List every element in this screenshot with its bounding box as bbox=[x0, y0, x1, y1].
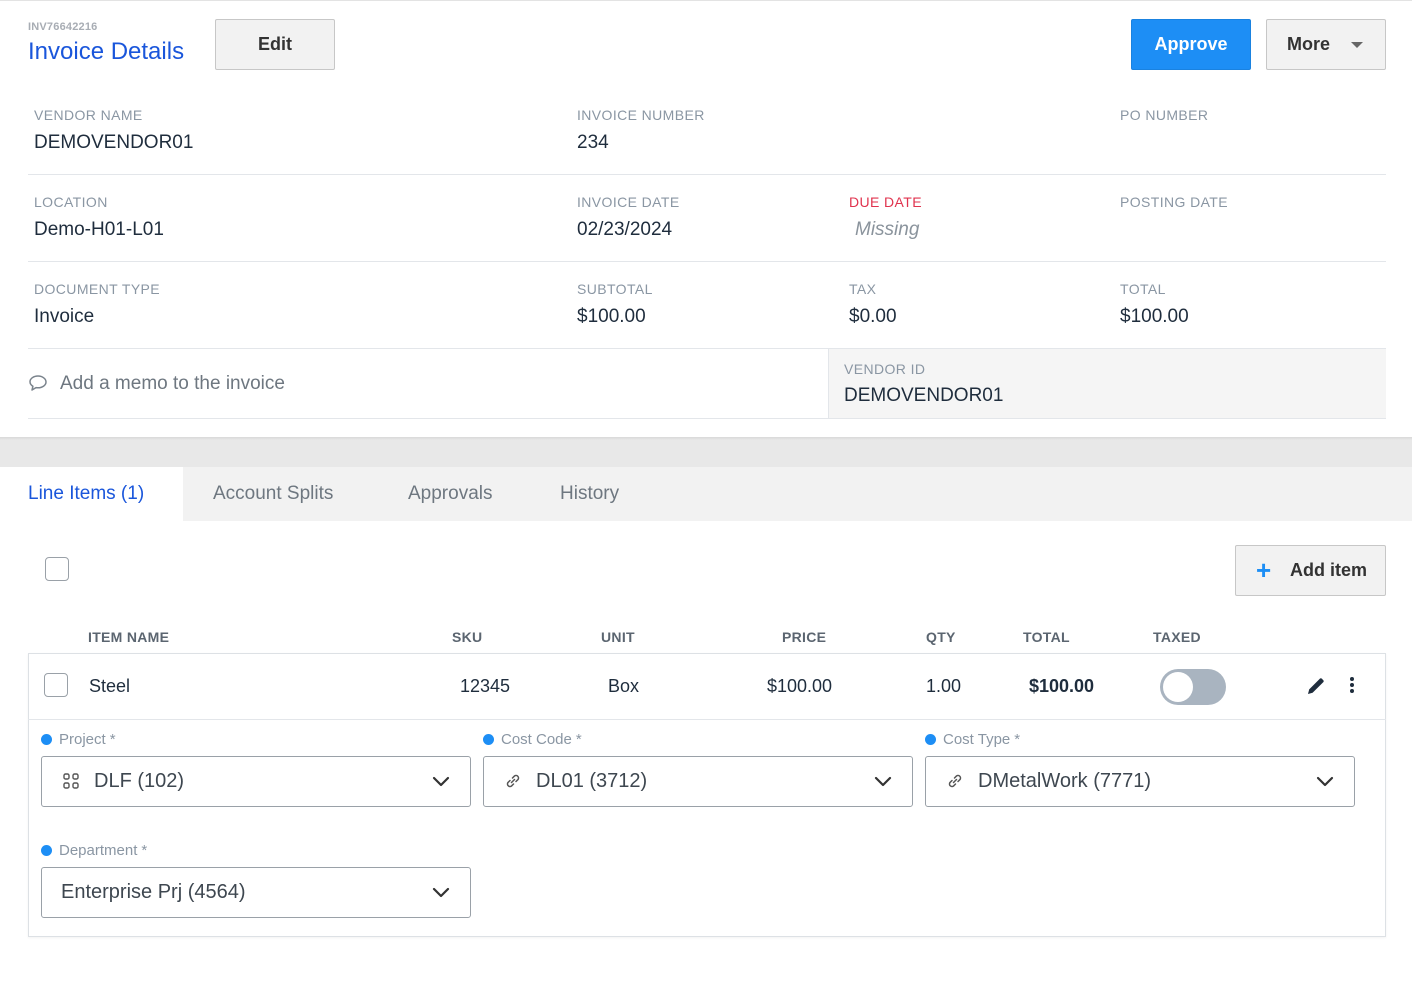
cost-code-value: DL01 (3712) bbox=[536, 770, 648, 792]
cost-code-label-text: Cost Code bbox=[501, 731, 572, 748]
caret-down-icon bbox=[1351, 42, 1363, 48]
grid-icon bbox=[62, 772, 80, 795]
taxed-toggle[interactable] bbox=[1160, 669, 1226, 705]
vendor-id-label: VENDOR ID bbox=[844, 361, 926, 377]
column-header-taxed: TAXED bbox=[1153, 629, 1201, 645]
more-vertical-icon[interactable] bbox=[1346, 676, 1358, 701]
section-separator bbox=[0, 437, 1412, 467]
cost-type-select[interactable]: DMetalWork (7771) bbox=[925, 756, 1355, 807]
column-header-item-name: ITEM NAME bbox=[88, 629, 170, 645]
edit-button[interactable]: Edit bbox=[215, 19, 335, 70]
required-dot-icon bbox=[483, 734, 494, 745]
cost-code-label: Cost Code * bbox=[483, 731, 582, 748]
cost-type-value: DMetalWork (7771) bbox=[978, 770, 1152, 792]
price-cell: $100.00 bbox=[767, 676, 833, 696]
plus-icon: + bbox=[1256, 555, 1272, 585]
pencil-icon[interactable] bbox=[1306, 676, 1326, 701]
chevron-down-icon bbox=[432, 886, 450, 904]
department-label: Department * bbox=[41, 842, 147, 859]
invoice-date-label: INVOICE DATE bbox=[577, 194, 680, 210]
invoice-date-value: 02/23/2024 bbox=[577, 219, 673, 240]
add-item-label: Add item bbox=[1290, 560, 1368, 580]
vendor-name-value: DEMOVENDOR01 bbox=[34, 132, 194, 153]
project-value: DLF (102) bbox=[94, 770, 185, 792]
project-label-text: Project bbox=[59, 731, 106, 748]
divider bbox=[28, 418, 1386, 419]
memo-placeholder: Add a memo to the invoice bbox=[60, 373, 285, 394]
more-button-label: More bbox=[1287, 34, 1331, 54]
comment-icon bbox=[28, 374, 48, 397]
po-number-label: PO NUMBER bbox=[1120, 107, 1209, 123]
required-dot-icon bbox=[41, 734, 52, 745]
department-label-text: Department bbox=[59, 842, 138, 859]
document-type-value: Invoice bbox=[34, 306, 95, 327]
tab-bar: Line Items (1) Account Splits Approvals … bbox=[0, 467, 1412, 521]
tab-approvals[interactable]: Approvals bbox=[408, 467, 493, 521]
subtotal-label: SUBTOTAL bbox=[577, 281, 653, 297]
required-asterisk: * bbox=[575, 731, 582, 748]
required-dot-icon bbox=[41, 845, 52, 856]
required-asterisk: * bbox=[1014, 731, 1021, 748]
cost-code-select[interactable]: DL01 (3712) bbox=[483, 756, 913, 807]
total-cell: $100.00 bbox=[1029, 676, 1095, 696]
subtotal-value: $100.00 bbox=[577, 306, 646, 327]
location-value: Demo-H01-L01 bbox=[34, 219, 164, 240]
location-label: LOCATION bbox=[34, 194, 108, 210]
tab-history[interactable]: History bbox=[560, 467, 619, 521]
chevron-down-icon bbox=[432, 775, 450, 793]
invoice-number-value: 234 bbox=[577, 132, 609, 153]
section-shadow bbox=[0, 437, 1412, 440]
divider bbox=[28, 261, 1386, 262]
column-header-qty: QTY bbox=[926, 629, 956, 645]
due-date-label: DUE DATE bbox=[849, 194, 922, 210]
unit-cell: Box bbox=[608, 676, 640, 696]
total-value: $100.00 bbox=[1120, 306, 1189, 327]
more-button[interactable]: More bbox=[1266, 19, 1386, 70]
chevron-down-icon bbox=[874, 775, 892, 793]
tab-line-items[interactable]: Line Items (1) bbox=[0, 467, 183, 521]
column-header-sku: SKU bbox=[452, 629, 483, 645]
vendor-id-box: VENDOR ID DEMOVENDOR01 bbox=[828, 349, 1386, 418]
column-header-total: TOTAL bbox=[1023, 629, 1070, 645]
project-select[interactable]: DLF (102) bbox=[41, 756, 471, 807]
toggle-knob bbox=[1163, 672, 1193, 702]
sku-cell: 12345 bbox=[460, 676, 511, 696]
approve-button[interactable]: Approve bbox=[1131, 19, 1251, 70]
cost-type-label: Cost Type * bbox=[925, 731, 1020, 748]
tax-label: TAX bbox=[849, 281, 877, 297]
vendor-id-value: DEMOVENDOR01 bbox=[844, 385, 1004, 406]
document-type-label: DOCUMENT TYPE bbox=[34, 281, 161, 297]
column-header-unit: UNIT bbox=[601, 629, 635, 645]
required-asterisk: * bbox=[141, 842, 148, 859]
required-dot-icon bbox=[925, 734, 936, 745]
row-checkbox[interactable] bbox=[44, 673, 68, 697]
page-title: Invoice Details bbox=[28, 38, 185, 65]
invoice-id: INV76642216 bbox=[28, 21, 98, 33]
chevron-down-icon bbox=[1316, 775, 1334, 793]
top-border bbox=[0, 0, 1412, 1]
memo-field[interactable]: Add a memo to the invoice bbox=[28, 349, 828, 418]
tax-value: $0.00 bbox=[849, 306, 897, 327]
tab-account-splits[interactable]: Account Splits bbox=[213, 467, 333, 521]
required-asterisk: * bbox=[109, 731, 116, 748]
project-label: Project * bbox=[41, 731, 116, 748]
item-name-cell: Steel bbox=[89, 676, 131, 696]
qty-cell: 1.00 bbox=[926, 676, 962, 696]
posting-date-label: POSTING DATE bbox=[1120, 194, 1228, 210]
cost-type-label-text: Cost Type bbox=[943, 731, 1011, 748]
link-icon bbox=[504, 772, 522, 795]
divider bbox=[28, 174, 1386, 175]
select-all-checkbox[interactable] bbox=[45, 557, 69, 581]
row-divider bbox=[28, 719, 1386, 720]
invoice-number-label: INVOICE NUMBER bbox=[577, 107, 705, 123]
department-select[interactable]: Enterprise Prj (4564) bbox=[41, 867, 471, 918]
department-value: Enterprise Prj (4564) bbox=[61, 881, 246, 903]
column-header-price: PRICE bbox=[782, 629, 827, 645]
add-item-button[interactable]: + Add item bbox=[1235, 545, 1386, 596]
link-icon bbox=[946, 772, 964, 795]
due-date-value[interactable]: Missing bbox=[855, 219, 919, 241]
vendor-name-label: VENDOR NAME bbox=[34, 107, 143, 123]
total-label: TOTAL bbox=[1120, 281, 1166, 297]
